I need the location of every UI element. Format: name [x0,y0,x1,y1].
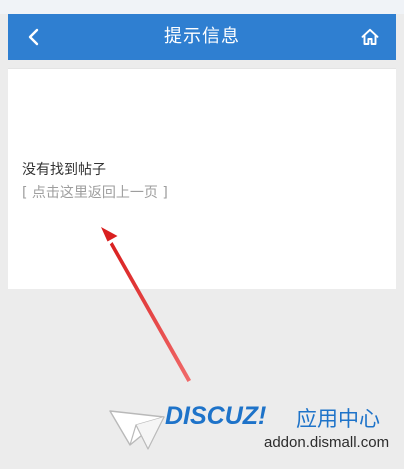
watermark-brand: DISCUZ! [165,402,267,430]
header-bar: 提示信息 [8,14,396,60]
home-button[interactable] [350,14,390,60]
message-text: 没有找到帖子 [22,162,106,178]
page-root: 提示信息 没有找到帖子 [ 点击这里返回上一页 ] DISCUZ! 应用中心 a… [0,0,404,469]
chevron-left-icon [28,28,39,46]
top-frame [0,0,404,14]
watermark-domain: addon.dismall.com [264,434,390,451]
back-button[interactable] [14,14,54,60]
paper-plane-icon [109,410,165,450]
page-title: 提示信息 [164,26,240,47]
watermark-brand-cn: 应用中心 [296,407,380,431]
message-card: 没有找到帖子 [ 点击这里返回上一页 ] [8,68,396,289]
watermark: DISCUZ! 应用中心 addon.dismall.com [108,399,398,459]
home-icon [361,28,379,45]
back-link[interactable]: [ 点击这里返回上一页 ] [22,182,168,202]
